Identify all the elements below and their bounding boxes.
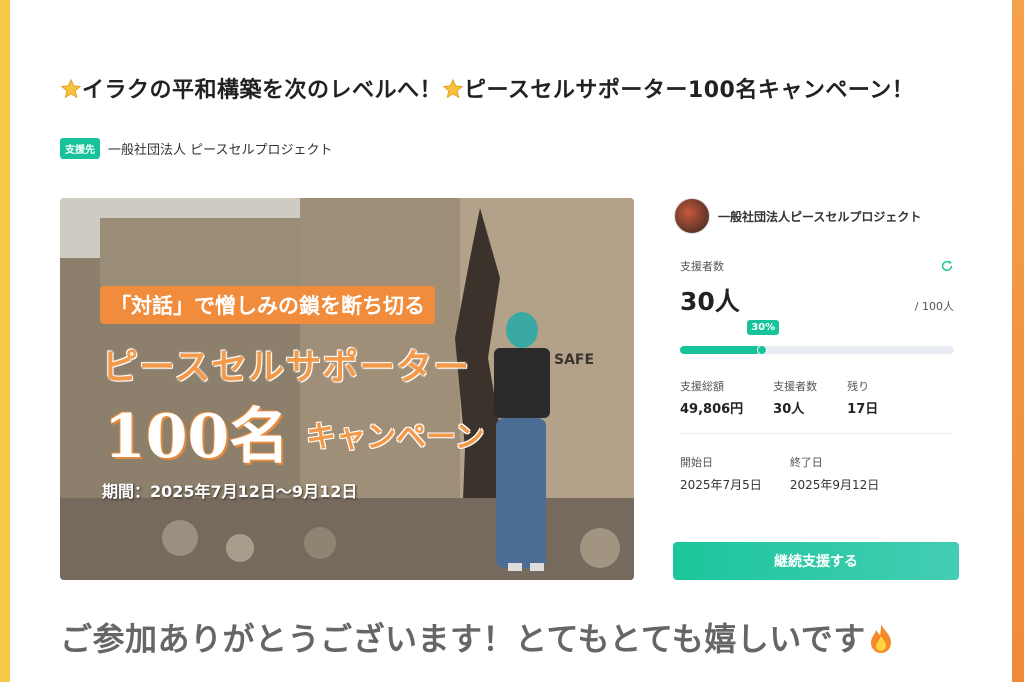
recipient-org-link[interactable]: 一般社団法人 ピースセルプロジェクト [108, 139, 332, 158]
support-panel: 一般社団法人ピースセルプロジェクト 支援者数 30人 / 100人 30% 支援… [674, 198, 960, 493]
hero-subtitle: 「対話」で憎しみの鎖を断ち切る [100, 286, 435, 324]
stat-total: 支援総額 49,806円 [680, 378, 743, 417]
panel-org[interactable]: 一般社団法人ピースセルプロジェクト [674, 198, 960, 234]
progress-fill [680, 346, 763, 354]
refresh-icon[interactable] [940, 259, 954, 273]
stat-value: 49,806円 [680, 402, 744, 417]
continue-support-button[interactable]: 継続支援する [673, 542, 959, 580]
hero-image: SAFE 「対話」で憎しみの鎖を断ち切る ピースセルサポーター 100名 キャン… [60, 198, 634, 580]
thanks-text: ご参加ありがとうございます！とてもとても嬉しいです [60, 620, 866, 658]
divider [680, 433, 954, 434]
start-date: 開始日 2025年7月5日 [680, 454, 762, 493]
avatar [674, 198, 710, 234]
panel-org-name: 一般社団法人ピースセルプロジェクト [718, 209, 922, 224]
star-icon [60, 78, 82, 98]
stat-label: 支援総額 [680, 380, 724, 393]
hero-number: 100名 [104, 402, 290, 472]
title-part-2: ピースセルサポーター100名キャンペーン！ [464, 77, 915, 103]
right-edge-strip [1012, 0, 1024, 682]
supporters-count: 30人 [680, 287, 740, 316]
title-part-1: イラクの平和構築を次のレベルへ！ [82, 77, 443, 103]
supporters-goal: / 100人 [914, 300, 954, 313]
date-label: 終了日 [789, 456, 823, 469]
date-value: 2025年7月5日 [680, 478, 762, 492]
supporters-header: 支援者数 [674, 258, 960, 274]
hero-headline: ピースセルサポーター [102, 347, 471, 388]
project-title: イラクの平和構築を次のレベルへ！ ピースセルサポーター100名キャンペーン！ [60, 71, 940, 111]
dates-row: 開始日 2025年7月5日 終了日 2025年9月12日 [674, 454, 960, 493]
supporters-count-row: 30人 / 100人 [674, 282, 960, 318]
star-icon [442, 78, 464, 98]
hero-period: 期間：2025年7月12日〜9月12日 [102, 482, 358, 501]
hero-campaign-text: キャンペーン [306, 420, 485, 455]
person-figure [494, 312, 550, 571]
stat-label: 残り [847, 380, 870, 393]
date-value: 2025年9月12日 [789, 478, 880, 492]
recipient-badge: 支援先 [60, 138, 100, 159]
wall-text: SAFE [554, 352, 594, 368]
left-edge-strip [0, 0, 10, 682]
progress-bar: 30% [680, 320, 954, 356]
end-date: 終了日 2025年9月12日 [790, 454, 879, 493]
thanks-message: ご参加ありがとうございます！とてもとても嬉しいです [60, 614, 896, 660]
stat-label: 支援者数 [773, 380, 818, 393]
progress-percent: 30% [747, 320, 780, 335]
stat-value: 17日 [847, 402, 879, 417]
fire-icon [870, 624, 891, 653]
date-label: 開始日 [680, 456, 713, 469]
stat-remaining: 残り 17日 [847, 378, 878, 417]
supporters-label: 支援者数 [680, 260, 724, 273]
recipient-row: 支援先 一般社団法人 ピースセルプロジェクト [60, 138, 332, 159]
stat-value: 30人 [773, 402, 805, 417]
stat-supporters: 支援者数 30人 [773, 378, 817, 417]
stats-row: 支援総額 49,806円 支援者数 30人 残り 17日 [674, 378, 960, 417]
